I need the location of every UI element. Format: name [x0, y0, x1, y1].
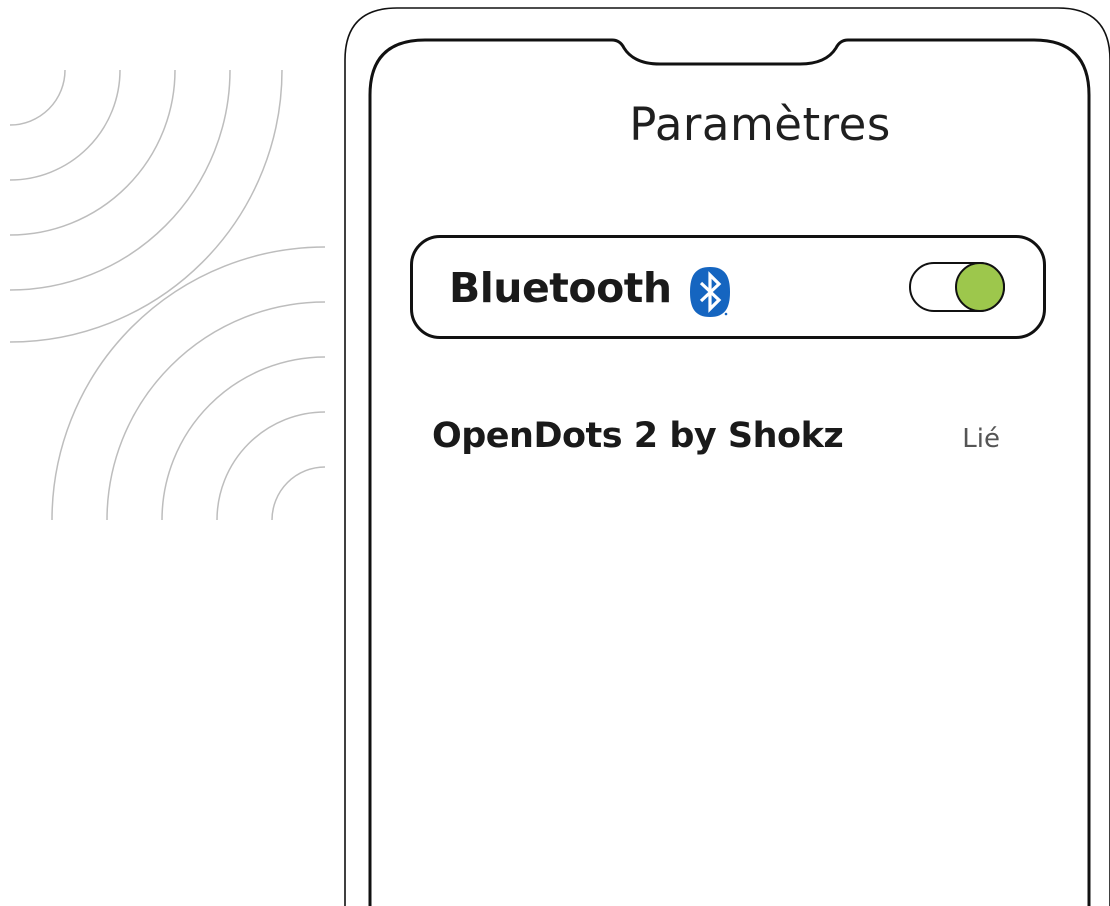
device-name: OpenDots 2 by Shokz [432, 416, 844, 456]
bluetooth-toggle[interactable] [909, 262, 1005, 312]
device-row[interactable]: OpenDots 2 by Shokz Lié [432, 416, 1022, 466]
bluetooth-label: Bluetooth [449, 264, 672, 312]
stage: Paramètres Bluetooth OpenDots 2 by Shokz… [0, 0, 1110, 906]
bluetooth-setting-row: Bluetooth [410, 235, 1046, 339]
bluetooth-icon [690, 267, 730, 317]
toggle-knob [955, 262, 1005, 312]
screen-title: Paramètres [629, 98, 891, 151]
device-status: Lié [962, 424, 1000, 454]
